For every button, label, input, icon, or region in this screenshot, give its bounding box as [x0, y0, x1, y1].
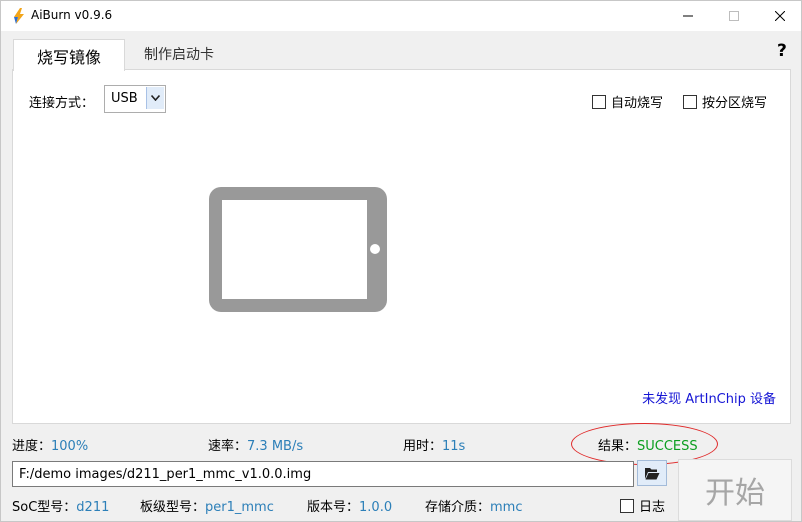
partition-burn-label: 按分区烧写 — [702, 96, 768, 111]
window-title: AiBurn v0.9.6 — [31, 8, 113, 22]
connection-value: USB — [111, 91, 138, 106]
folder-open-icon — [645, 467, 660, 479]
storage-label: 存储介质： — [425, 500, 491, 515]
checkbox-box[interactable] — [592, 94, 606, 109]
storage-value: mmc — [490, 500, 523, 515]
image-file-input[interactable]: F:/demo images/d211_per1_mmc_v1.0.0.img — [12, 461, 634, 487]
version-label: 版本号： — [307, 500, 360, 515]
connection-select[interactable]: USB — [104, 85, 166, 113]
browse-file-button[interactable] — [637, 460, 667, 486]
time-value: 11s — [442, 439, 466, 454]
time-label: 用时： — [403, 439, 443, 454]
dropdown-button[interactable] — [146, 87, 164, 109]
version-info: 版本号：1.0.0 — [307, 496, 392, 515]
speed-value: 7.3 MB/s — [247, 439, 304, 454]
speed-label: 速率： — [208, 439, 248, 454]
version-value: 1.0.0 — [359, 500, 393, 515]
log-label: 日志 — [639, 500, 666, 515]
burn-panel: 连接方式： USB 自动烧写 按分区烧写 未发现 ArtInChip 设备 — [12, 69, 791, 424]
tab-burn-image[interactable]: 烧写镜像 — [13, 39, 125, 71]
partition-burn-checkbox[interactable]: 按分区烧写 — [683, 92, 767, 111]
board-value: per1_mmc — [205, 500, 274, 515]
board-label: 板级型号： — [140, 500, 206, 515]
maximize-icon — [729, 11, 739, 21]
log-checkbox[interactable]: 日志 — [620, 496, 665, 515]
soc-label: SoC型号： — [12, 500, 77, 515]
soc-value: d211 — [76, 500, 110, 515]
storage-info: 存储介质：mmc — [425, 496, 523, 515]
soc-info: SoC型号：d211 — [12, 496, 109, 515]
progress-stat: 进度：100% — [12, 435, 88, 454]
progress-value: 100% — [51, 439, 89, 454]
device-status-text: 未发现 ArtInChip 设备 — [642, 392, 776, 407]
auto-burn-label: 自动烧写 — [611, 96, 664, 111]
help-button[interactable]: ? — [777, 41, 787, 61]
auto-burn-checkbox[interactable]: 自动烧写 — [592, 92, 663, 111]
checkbox-box[interactable] — [620, 498, 634, 513]
time-stat: 用时：11s — [403, 435, 465, 454]
chevron-down-icon — [151, 95, 160, 101]
app-logo-icon — [14, 8, 24, 24]
checkbox-box[interactable] — [683, 94, 697, 109]
maximize-button[interactable] — [711, 1, 757, 31]
speed-stat: 速率：7.3 MB/s — [208, 435, 303, 454]
board-info: 板级型号：per1_mmc — [140, 496, 274, 515]
close-icon — [775, 11, 785, 21]
app-window: AiBurn v0.9.6 烧写镜像 制作启动卡 ? 连接方式： USB 自动烧… — [0, 0, 802, 522]
connection-label: 连接方式： — [29, 96, 95, 111]
start-button[interactable]: 开始 — [678, 459, 792, 521]
image-file-path: F:/demo images/d211_per1_mmc_v1.0.0.img — [19, 467, 312, 482]
tablet-device-icon — [209, 187, 387, 312]
minimize-icon — [683, 15, 693, 17]
progress-label: 进度： — [12, 439, 52, 454]
close-button[interactable] — [757, 1, 802, 31]
title-bar: AiBurn v0.9.6 — [1, 1, 801, 31]
tab-make-boot-card[interactable]: 制作启动卡 — [125, 39, 233, 69]
minimize-button[interactable] — [665, 1, 711, 31]
